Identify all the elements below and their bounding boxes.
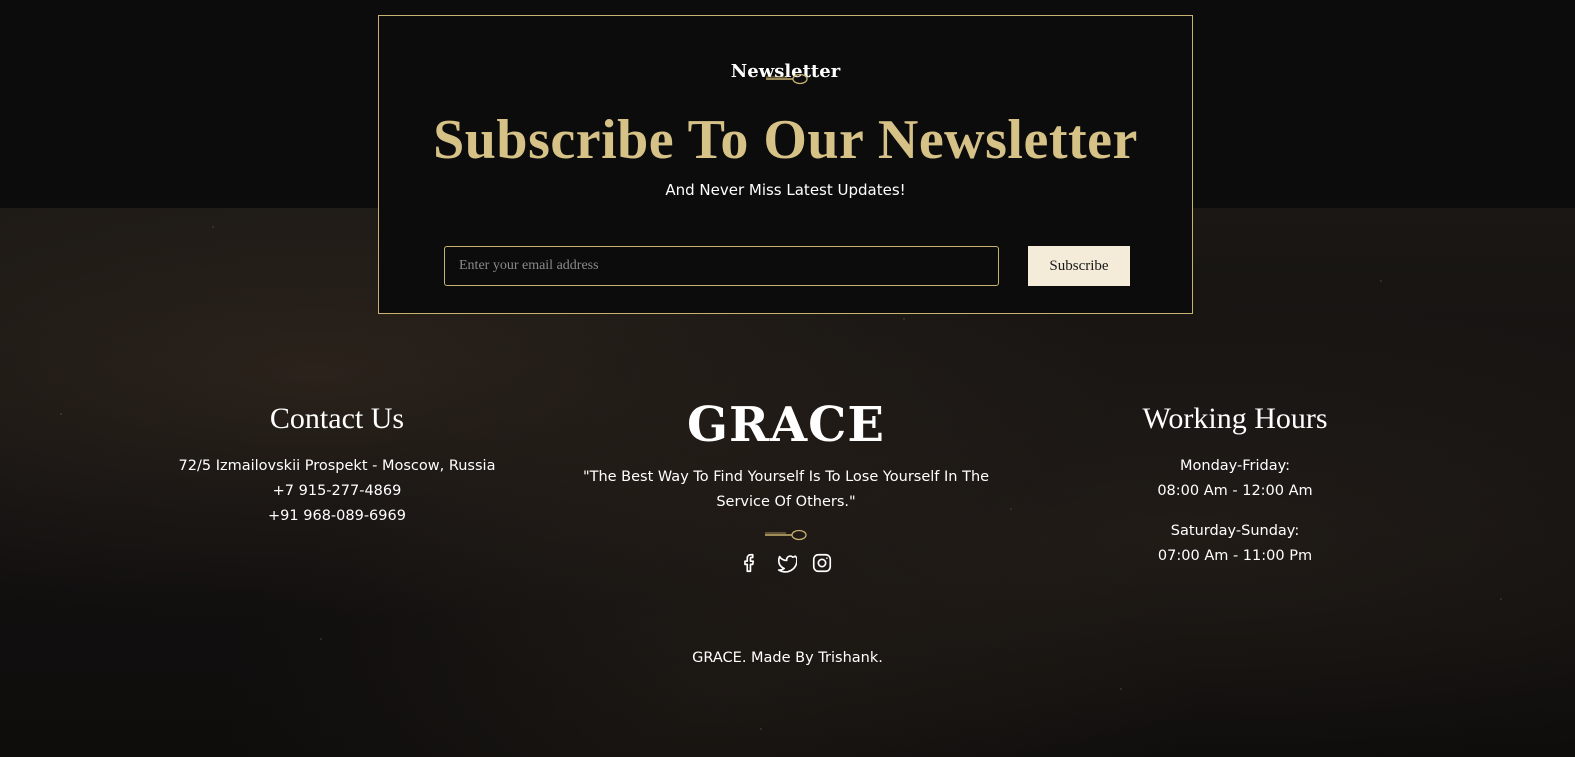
social-links [560, 551, 1012, 575]
spoon-divider-icon [765, 529, 807, 541]
twitter-link[interactable] [774, 551, 798, 575]
instagram-icon [812, 553, 832, 573]
hours-column: Working Hours Monday-Friday: 08:00 Am - … [1035, 398, 1435, 584]
hours-time: 07:00 Am - 11:00 Pm [1157, 548, 1313, 564]
newsletter-box: Newsletter Subscribe To Our Newsletter A… [378, 15, 1193, 314]
contact-phone[interactable]: +7 915-277-4869 [127, 479, 547, 504]
contact-column: Contact Us 72/5 Izmailovskii Prospekt - … [127, 398, 547, 529]
hours-heading: Working Hours [1142, 402, 1328, 435]
newsletter-title: Subscribe To Our Newsletter [433, 109, 1138, 171]
brand-logo[interactable]: GRACE [560, 395, 1012, 455]
contact-phone[interactable]: +91 968-089-6969 [127, 504, 547, 529]
twitter-icon [777, 555, 797, 573]
contact-address: 72/5 Izmailovskii Prospekt - Moscow, Rus… [178, 458, 496, 474]
brand-column: GRACE "The Best Way To Find Yourself Is … [560, 395, 1012, 575]
email-input[interactable] [444, 246, 999, 286]
hours-group: Monday-Friday: 08:00 Am - 12:00 Am [1035, 454, 1435, 504]
copyright-text: GRACE. Made By Trishank. [692, 650, 883, 666]
newsletter-subtitle: And Never Miss Latest Updates! [665, 181, 906, 199]
facebook-link[interactable] [738, 551, 762, 575]
hours-days: Saturday-Sunday: [1170, 523, 1300, 539]
brand-quote: "The Best Way To Find Yourself Is To Los… [582, 469, 990, 510]
hours-time: 08:00 Am - 12:00 Am [1157, 483, 1313, 499]
facebook-icon [744, 553, 755, 573]
contact-heading: Contact Us [269, 402, 405, 435]
hours-group: Saturday-Sunday: 07:00 Am - 11:00 Pm [1035, 519, 1435, 569]
hours-days: Monday-Friday: [1180, 458, 1290, 474]
spoon-divider-icon [766, 73, 808, 85]
subscribe-button[interactable]: Subscribe [1028, 246, 1130, 286]
instagram-link[interactable] [810, 551, 834, 575]
